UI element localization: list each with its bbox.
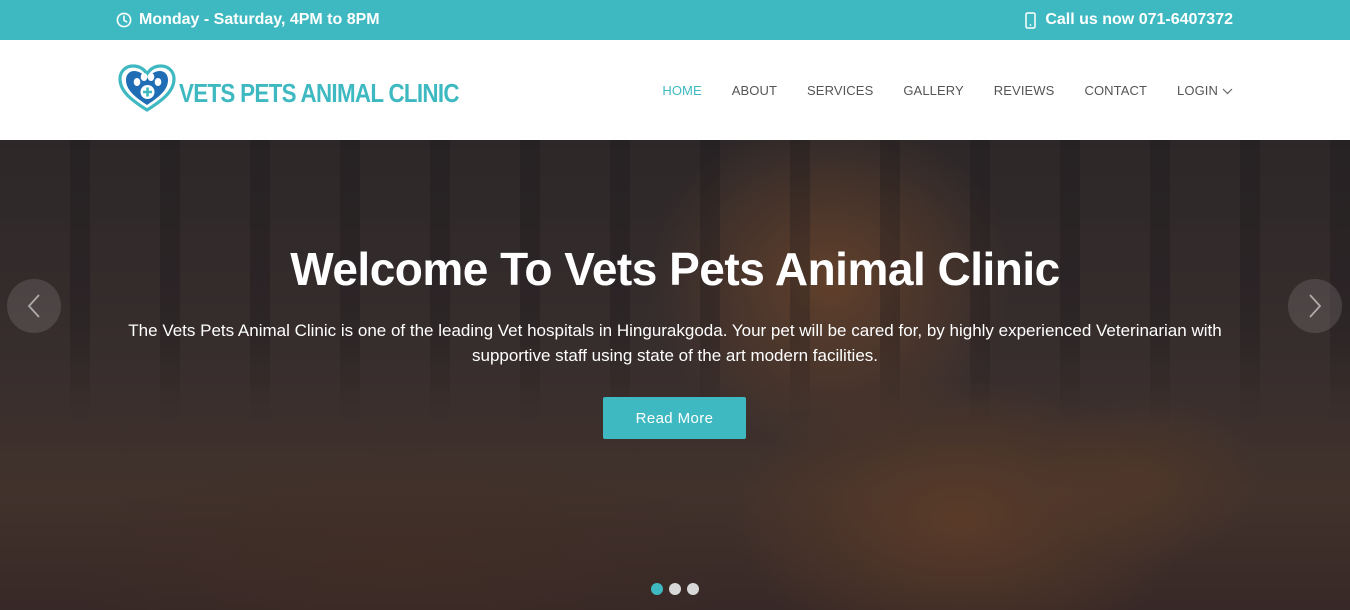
read-more-button[interactable]: Read More bbox=[603, 397, 746, 439]
nav-about-label[interactable]: ABOUT bbox=[732, 83, 777, 98]
slider-next-button[interactable] bbox=[1288, 279, 1342, 333]
nav-reviews[interactable]: REVIEWS bbox=[994, 83, 1055, 98]
nav-home-label[interactable]: HOME bbox=[662, 83, 701, 98]
nav-reviews-label[interactable]: REVIEWS bbox=[994, 83, 1055, 98]
slider-prev-button[interactable] bbox=[7, 279, 61, 333]
slider-dot-1[interactable] bbox=[651, 583, 663, 595]
nav-login[interactable]: LOGIN bbox=[1177, 83, 1233, 98]
hero-description: The Vets Pets Animal Clinic is one of th… bbox=[128, 321, 1222, 365]
hero-title: Welcome To Vets Pets Animal Clinic bbox=[290, 243, 1060, 295]
opening-hours-text: Monday - Saturday, 4PM to 8PM bbox=[139, 11, 380, 28]
heart-paw-cross-icon bbox=[118, 64, 176, 112]
nav-services-label[interactable]: SERVICES bbox=[807, 83, 873, 98]
nav-home[interactable]: HOME bbox=[662, 83, 701, 98]
nav-services[interactable]: SERVICES bbox=[807, 83, 873, 98]
main-nav: HOME ABOUT SERVICES GALLERY REVIEWS CONT… bbox=[632, 40, 1233, 140]
nav-about[interactable]: ABOUT bbox=[732, 83, 777, 98]
hero-overlay bbox=[0, 140, 1350, 610]
nav-gallery-label[interactable]: GALLERY bbox=[903, 83, 963, 98]
phone-contact[interactable]: Call us now 071-6407372 bbox=[1025, 0, 1233, 40]
phone-text[interactable]: Call us now 071-6407372 bbox=[1045, 11, 1233, 29]
hero-slider: Welcome To Vets Pets Animal Clinic The V… bbox=[0, 140, 1350, 610]
site-logo[interactable]: VETS PETS ANIMAL CLINIC bbox=[117, 64, 504, 114]
site-header: VETS PETS ANIMAL CLINIC HOME ABOUT SERVI… bbox=[0, 40, 1350, 140]
slider-dot-2[interactable] bbox=[669, 583, 681, 595]
nav-gallery[interactable]: GALLERY bbox=[903, 83, 963, 98]
top-bar: Monday - Saturday, 4PM to 8PM Call us no… bbox=[0, 0, 1350, 40]
nav-contact[interactable]: CONTACT bbox=[1084, 83, 1147, 98]
opening-hours: Monday - Saturday, 4PM to 8PM bbox=[116, 0, 380, 40]
slider-pagination bbox=[651, 583, 699, 595]
mobile-phone-icon bbox=[1025, 11, 1037, 29]
clock-icon bbox=[116, 12, 132, 28]
nav-login-label[interactable]: LOGIN bbox=[1177, 83, 1218, 98]
slider-dot-3[interactable] bbox=[687, 583, 699, 595]
chevron-left-icon[interactable] bbox=[26, 293, 42, 319]
chevron-down-icon[interactable] bbox=[1222, 83, 1233, 98]
chevron-right-icon[interactable] bbox=[1307, 293, 1323, 319]
site-name: VETS PETS ANIMAL CLINIC bbox=[179, 77, 460, 108]
nav-contact-label[interactable]: CONTACT bbox=[1084, 83, 1147, 98]
